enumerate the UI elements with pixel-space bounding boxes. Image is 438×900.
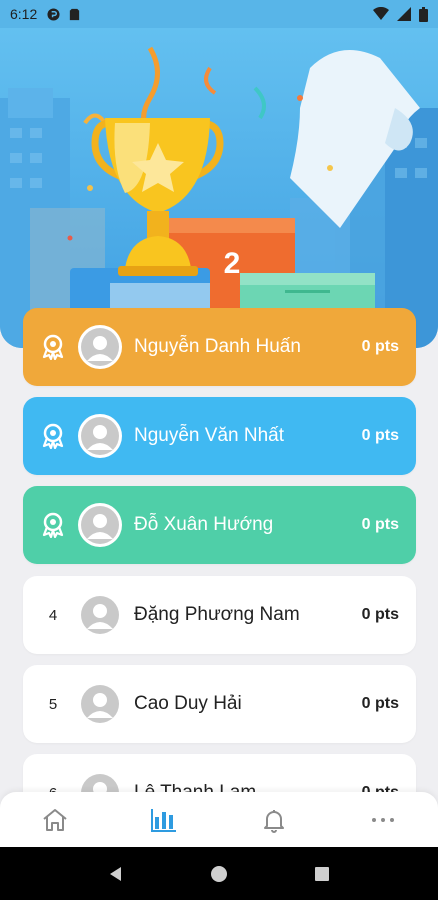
user-placeholder-icon	[81, 506, 119, 544]
status-bar: 6:12	[0, 0, 438, 28]
bottom-navigation	[0, 792, 438, 847]
player-points: 0 pts	[361, 516, 399, 533]
leaderboard-row-2[interactable]: Nguyễn Văn Nhất 0 pts	[23, 397, 416, 475]
player-points: 0 pts	[361, 427, 399, 444]
wifi-icon	[373, 7, 389, 20]
home-circle-icon[interactable]	[210, 865, 228, 883]
player-name: Nguyễn Danh Huấn	[134, 336, 301, 357]
nav-notifications[interactable]	[219, 792, 329, 847]
trophy-podium-illustration: 2	[0, 46, 438, 348]
sd-card-icon	[70, 8, 80, 20]
user-placeholder-icon	[81, 596, 119, 634]
app-notification-icon	[47, 7, 60, 21]
nav-leaderboard[interactable]	[110, 792, 220, 847]
user-placeholder-icon	[81, 685, 119, 723]
podium-second-label: 2	[224, 247, 241, 280]
medal-icon	[23, 334, 83, 360]
leaderboard-row-3[interactable]: Đỗ Xuân Hướng 0 pts	[23, 486, 416, 564]
home-icon	[43, 808, 67, 831]
leaderboard-row-5[interactable]: 5 Cao Duy Hải 0 pts	[23, 665, 416, 743]
leaderboard-row-4[interactable]: 4 Đặng Phương Nam 0 pts	[23, 576, 416, 654]
nav-more[interactable]	[329, 792, 438, 847]
rank-number: 4	[48, 606, 58, 624]
user-placeholder-icon	[81, 328, 119, 366]
leaderboard-icon	[151, 808, 177, 832]
battery-icon	[419, 6, 428, 22]
medal-icon	[23, 423, 83, 449]
avatar	[78, 682, 122, 726]
avatar	[78, 503, 122, 547]
avatar	[78, 593, 122, 637]
signal-icon	[397, 7, 411, 21]
player-name: Đặng Phương Nam	[134, 604, 300, 625]
avatar	[78, 414, 122, 458]
player-points: 0 pts	[361, 338, 399, 355]
rank-number: 5	[48, 695, 58, 713]
system-navigation-bar	[0, 847, 438, 900]
player-name: Đỗ Xuân Hướng	[134, 514, 274, 535]
nav-home[interactable]	[0, 792, 110, 847]
avatar	[78, 325, 122, 369]
leaderboard-row-1[interactable]: Nguyễn Danh Huấn 0 pts	[23, 308, 416, 386]
bell-icon	[263, 809, 284, 833]
recents-icon[interactable]	[313, 865, 331, 883]
leaderboard-hero-banner: 2	[0, 28, 438, 348]
player-name: Nguyễn Văn Nhất	[134, 425, 284, 446]
back-icon[interactable]	[107, 865, 125, 883]
player-points: 0 pts	[361, 606, 399, 623]
status-time: 6:12	[10, 6, 38, 22]
player-points: 0 pts	[361, 695, 399, 712]
player-name: Cao Duy Hải	[134, 693, 242, 714]
user-placeholder-icon	[81, 417, 119, 455]
more-icon	[372, 817, 395, 822]
medal-icon	[23, 512, 83, 538]
